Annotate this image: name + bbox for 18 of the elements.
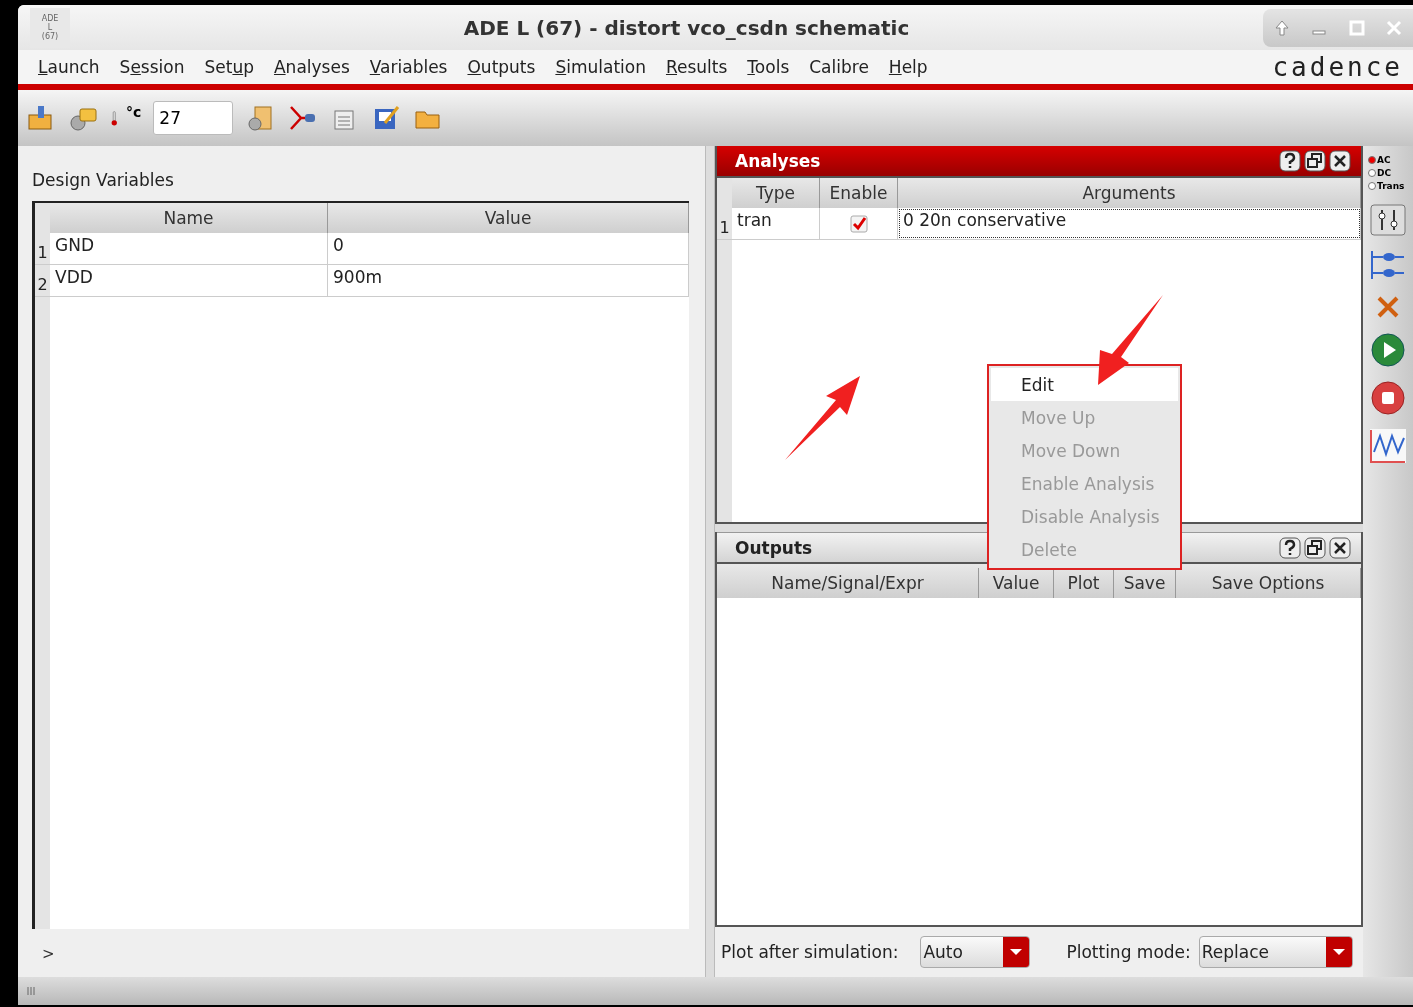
table-cell: 0 <box>328 233 689 264</box>
panel-title: Analyses <box>735 151 821 171</box>
table-cell: GND <box>50 233 328 264</box>
window-title: ADE L (67) - distort vco_csdn schematic <box>462 15 911 40</box>
table-cell: tran <box>732 208 820 239</box>
panel-title: Design Variables <box>32 170 175 190</box>
field-label: Plot after simulation: <box>721 942 899 962</box>
temperature-unit: °c <box>126 104 142 120</box>
table-cell: VDD <box>50 265 328 296</box>
panel-title: Outputs <box>735 537 813 558</box>
command-prompt: > <box>42 945 56 963</box>
logo: cadence <box>1272 52 1403 82</box>
row-number: 1 <box>35 233 50 264</box>
table-cell: 900m <box>328 265 689 296</box>
table-cell: 0 20n conservative <box>898 208 1361 239</box>
row-number: 1 <box>717 208 732 239</box>
field-label: Plotting mode: <box>1066 942 1191 962</box>
row-number: 2 <box>35 265 50 296</box>
